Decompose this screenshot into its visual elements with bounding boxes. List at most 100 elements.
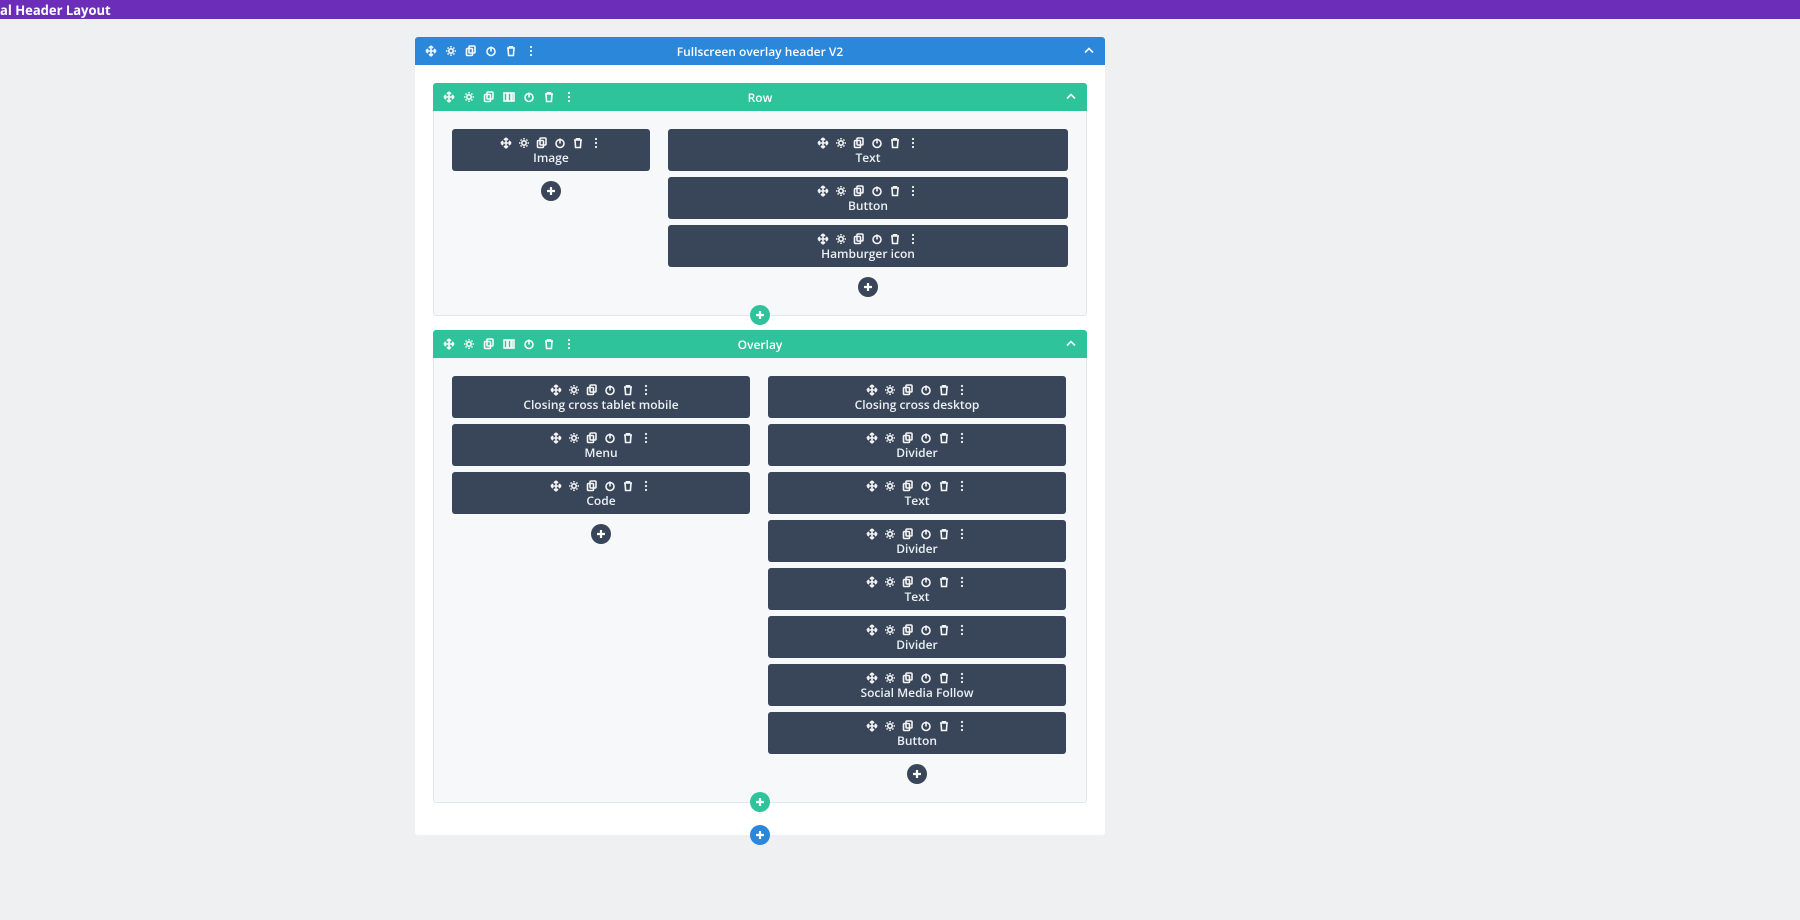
duplicate-icon[interactable] — [902, 672, 914, 684]
dots-icon[interactable] — [907, 137, 919, 149]
module[interactable]: Code — [452, 472, 750, 514]
power-icon[interactable] — [523, 91, 535, 103]
gear-icon[interactable] — [884, 720, 896, 732]
power-icon[interactable] — [871, 185, 883, 197]
add-section-button[interactable] — [750, 825, 770, 845]
duplicate-icon[interactable] — [902, 576, 914, 588]
dots-icon[interactable] — [956, 384, 968, 396]
gear-icon[interactable] — [463, 338, 475, 350]
module[interactable]: Hamburger icon — [668, 225, 1068, 267]
power-icon[interactable] — [604, 384, 616, 396]
trash-icon[interactable] — [622, 432, 634, 444]
power-icon[interactable] — [523, 338, 535, 350]
trash-icon[interactable] — [938, 528, 950, 540]
gear-icon[interactable] — [518, 137, 530, 149]
power-icon[interactable] — [554, 137, 566, 149]
dots-icon[interactable] — [956, 720, 968, 732]
power-icon[interactable] — [871, 137, 883, 149]
dots-icon[interactable] — [956, 480, 968, 492]
dots-icon[interactable] — [956, 576, 968, 588]
add-module-button[interactable] — [858, 277, 878, 297]
gear-icon[interactable] — [884, 528, 896, 540]
trash-icon[interactable] — [889, 137, 901, 149]
dots-icon[interactable] — [590, 137, 602, 149]
duplicate-icon[interactable] — [902, 720, 914, 732]
duplicate-icon[interactable] — [586, 480, 598, 492]
dots-icon[interactable] — [907, 233, 919, 245]
move-icon[interactable] — [866, 432, 878, 444]
trash-icon[interactable] — [938, 576, 950, 588]
move-icon[interactable] — [443, 91, 455, 103]
dots-icon[interactable] — [956, 432, 968, 444]
module[interactable]: Menu — [452, 424, 750, 466]
move-icon[interactable] — [425, 45, 437, 57]
duplicate-icon[interactable] — [853, 185, 865, 197]
gear-icon[interactable] — [835, 185, 847, 197]
power-icon[interactable] — [920, 624, 932, 636]
add-row-button[interactable] — [750, 792, 770, 812]
power-icon[interactable] — [920, 528, 932, 540]
chevron-up-icon[interactable] — [1065, 338, 1077, 350]
trash-icon[interactable] — [938, 432, 950, 444]
trash-icon[interactable] — [622, 480, 634, 492]
move-icon[interactable] — [866, 624, 878, 636]
section-header[interactable]: Fullscreen overlay header V2 — [415, 37, 1105, 65]
move-icon[interactable] — [866, 672, 878, 684]
power-icon[interactable] — [871, 233, 883, 245]
duplicate-icon[interactable] — [586, 384, 598, 396]
move-icon[interactable] — [866, 528, 878, 540]
trash-icon[interactable] — [622, 384, 634, 396]
trash-icon[interactable] — [938, 624, 950, 636]
power-icon[interactable] — [920, 672, 932, 684]
module[interactable]: Text — [768, 568, 1066, 610]
module[interactable]: Divider — [768, 520, 1066, 562]
power-icon[interactable] — [920, 432, 932, 444]
add-module-button[interactable] — [541, 181, 561, 201]
module[interactable]: Social Media Follow — [768, 664, 1066, 706]
move-icon[interactable] — [443, 338, 455, 350]
module[interactable]: Divider — [768, 616, 1066, 658]
trash-icon[interactable] — [572, 137, 584, 149]
dots-icon[interactable] — [525, 45, 537, 57]
move-icon[interactable] — [817, 185, 829, 197]
move-icon[interactable] — [550, 480, 562, 492]
dots-icon[interactable] — [640, 384, 652, 396]
duplicate-icon[interactable] — [902, 624, 914, 636]
trash-icon[interactable] — [938, 720, 950, 732]
duplicate-icon[interactable] — [902, 432, 914, 444]
move-icon[interactable] — [817, 137, 829, 149]
module[interactable]: Text — [768, 472, 1066, 514]
trash-icon[interactable] — [938, 384, 950, 396]
dots-icon[interactable] — [640, 480, 652, 492]
trash-icon[interactable] — [889, 185, 901, 197]
module[interactable]: Button — [768, 712, 1066, 754]
gear-icon[interactable] — [884, 432, 896, 444]
dots-icon[interactable] — [956, 624, 968, 636]
move-icon[interactable] — [866, 480, 878, 492]
trash-icon[interactable] — [543, 338, 555, 350]
gear-icon[interactable] — [884, 384, 896, 396]
duplicate-icon[interactable] — [853, 137, 865, 149]
trash-icon[interactable] — [889, 233, 901, 245]
chevron-up-icon[interactable] — [1065, 91, 1077, 103]
duplicate-icon[interactable] — [586, 432, 598, 444]
power-icon[interactable] — [604, 480, 616, 492]
gear-icon[interactable] — [835, 233, 847, 245]
module[interactable]: Image — [452, 129, 650, 171]
gear-icon[interactable] — [568, 432, 580, 444]
move-icon[interactable] — [500, 137, 512, 149]
move-icon[interactable] — [866, 720, 878, 732]
trash-icon[interactable] — [938, 480, 950, 492]
dots-icon[interactable] — [907, 185, 919, 197]
gear-icon[interactable] — [884, 480, 896, 492]
row-header[interactable]: Overlay — [433, 330, 1087, 358]
add-module-button[interactable] — [591, 524, 611, 544]
module[interactable]: Closing cross desktop — [768, 376, 1066, 418]
power-icon[interactable] — [920, 480, 932, 492]
dots-icon[interactable] — [640, 432, 652, 444]
gear-icon[interactable] — [884, 672, 896, 684]
trash-icon[interactable] — [505, 45, 517, 57]
gear-icon[interactable] — [884, 576, 896, 588]
duplicate-icon[interactable] — [902, 528, 914, 540]
dots-icon[interactable] — [956, 672, 968, 684]
